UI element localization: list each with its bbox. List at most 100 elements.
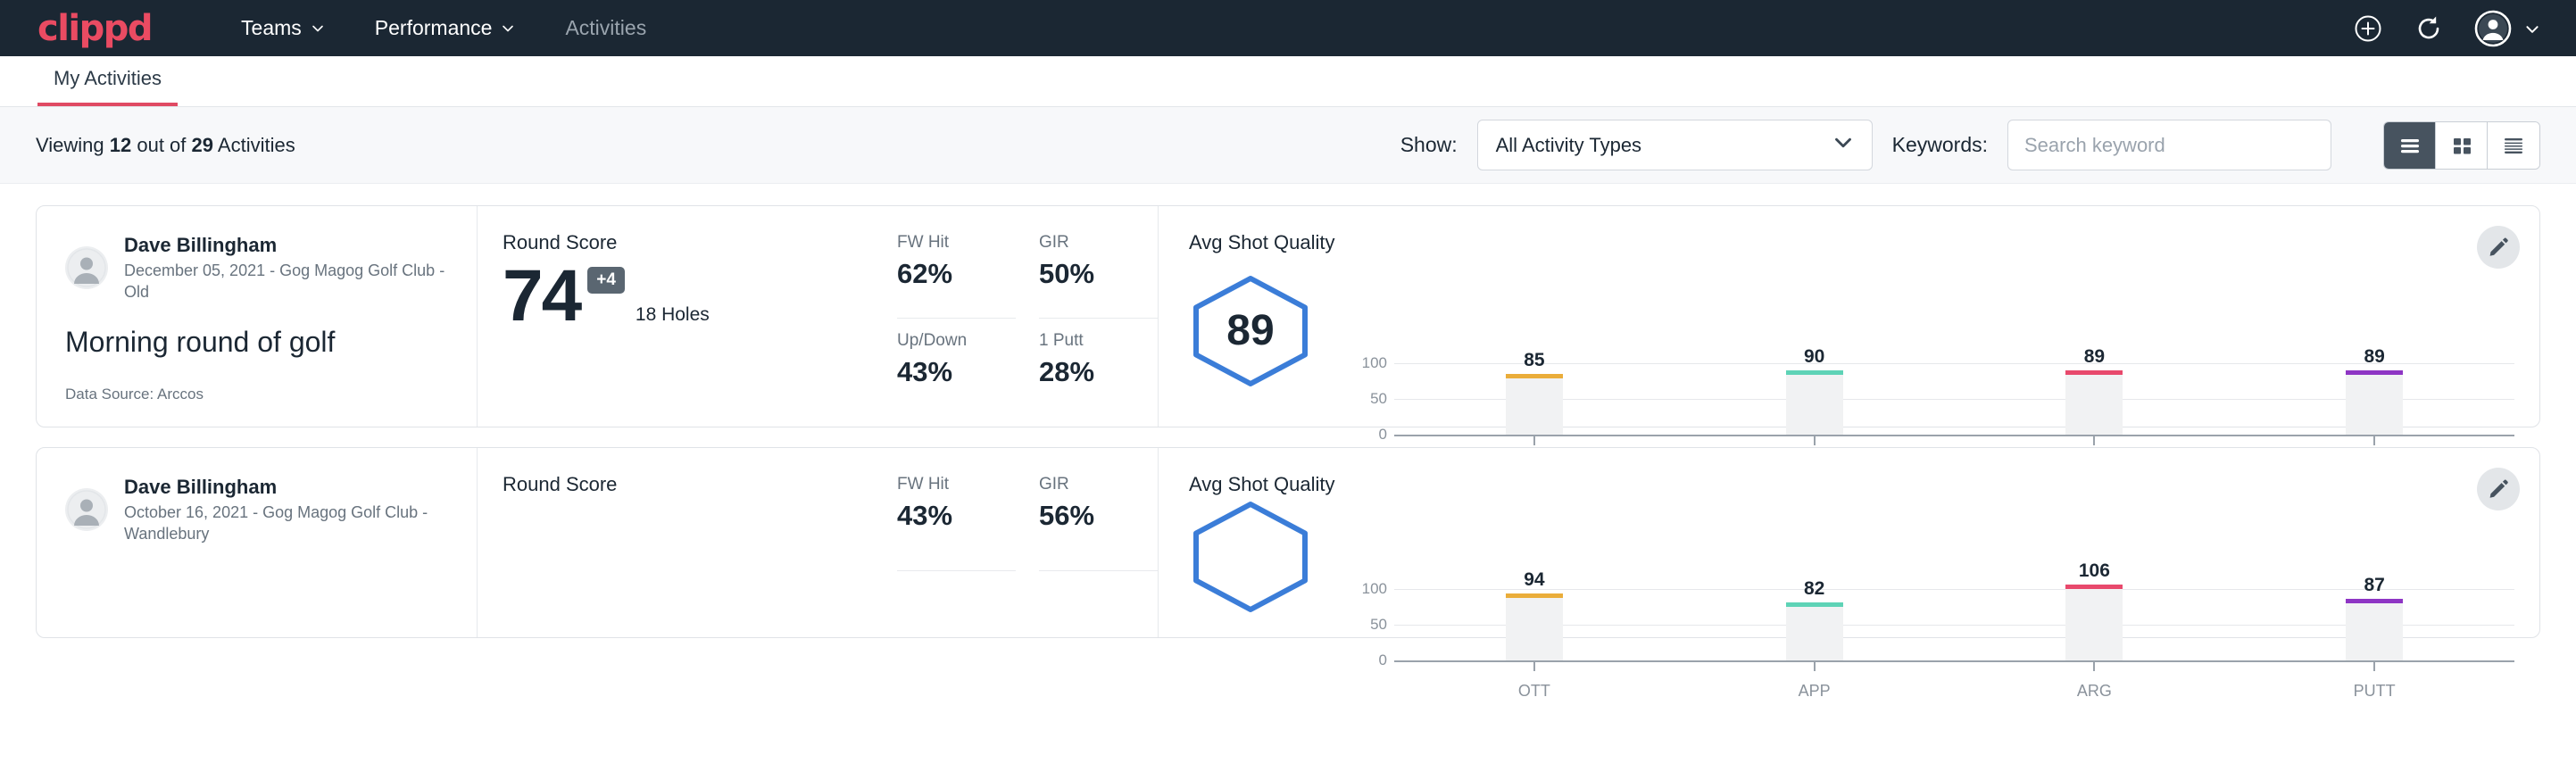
bar-column: 94 [1394, 569, 1674, 660]
round-score-column: Round Score [478, 448, 897, 637]
stat-key: Up/Down [897, 331, 1016, 351]
stat-cell: GIR56% [1039, 475, 1158, 571]
round-stats-grid: FW Hit 43% GIR56% [897, 448, 1158, 637]
nav-item-activities[interactable]: Activities [540, 0, 671, 56]
bar-value-label: 85 [1524, 350, 1544, 371]
shot-quality-column: Avg Shot Quality 050100 948210687OTTAPPA… [1158, 448, 2539, 637]
viewing-mid: out of [131, 134, 191, 156]
viewing-prefix: Viewing [36, 134, 110, 156]
refresh-button[interactable] [2414, 13, 2444, 44]
chevron-down-icon [501, 21, 515, 36]
activity-user: Dave Billingham December 05, 2021 - Gog … [65, 233, 452, 303]
shot-quality-body: 050100 948210687OTTAPPARGPUTT [1189, 500, 2514, 614]
account-avatar-icon [2474, 10, 2512, 47]
chevron-down-icon [1832, 132, 1854, 159]
bar-column: 82 [1674, 578, 1955, 661]
stat-key: FW Hit [897, 233, 1016, 253]
bar-column: 89 [2234, 346, 2514, 434]
shot-quality-body: 89 050100 85908989OTTAPPARGPUTT [1189, 258, 2514, 403]
tick-mark [2093, 660, 2095, 671]
x-tick-label: OTT [1518, 682, 1550, 701]
shot-quality-column: Avg Shot Quality 89 050100 85908989OTTAP… [1158, 206, 2539, 427]
bar-value-label: 89 [2084, 346, 2105, 368]
round-score-value: 74 [503, 261, 580, 331]
activity-card-list: Dave Billingham December 05, 2021 - Gog … [0, 184, 2576, 638]
clippd-logo[interactable]: clippd [37, 8, 152, 49]
activity-meta: December 05, 2021 - Gog Magog Golf Club … [124, 260, 452, 303]
tick-mark [1814, 660, 1816, 671]
top-nav-actions [2353, 10, 2539, 47]
show-label: Show: [1400, 133, 1458, 157]
tab-my-activities-label: My Activities [54, 67, 162, 89]
compact-view-button[interactable] [2488, 122, 2539, 169]
list-view-icon [2397, 134, 2423, 157]
shot-quality-hexagon: 89 [1189, 274, 1312, 388]
tick-mark [2093, 435, 2095, 445]
shot-quality-hexagon [1189, 500, 1312, 614]
bar-column: 85 [1394, 350, 1674, 435]
list-view-button[interactable] [2384, 122, 2436, 169]
stat-cell: FW Hit62% [897, 233, 1016, 319]
bar-value-label: 89 [2364, 346, 2384, 368]
grid-view-button[interactable] [2436, 122, 2488, 169]
bar-putt [2346, 370, 2403, 434]
stat-cell: Up/Down43% [897, 319, 1016, 403]
edit-activity-button[interactable] [2477, 468, 2520, 510]
bar-app [1786, 370, 1843, 435]
bar-app [1786, 602, 1843, 661]
y-tick-label: 50 [1370, 390, 1387, 408]
grid-view-icon [2448, 134, 2475, 157]
page-tabs: My Activities [0, 56, 2576, 107]
plus-circle-icon [2353, 13, 2383, 44]
stat-cell: FW Hit 43% [897, 475, 1016, 571]
activity-type-select[interactable]: All Activity Types [1477, 120, 1873, 170]
nav-item-performance[interactable]: Performance [350, 0, 541, 56]
nav-item-teams-label: Teams [241, 16, 302, 40]
x-tick: PUTT [2234, 660, 2514, 701]
stat-key: FW Hit [897, 475, 1016, 494]
activity-meta: October 16, 2021 - Gog Magog Golf Club -… [124, 502, 452, 545]
activity-user-text: Dave Billingham October 16, 2021 - Gog M… [124, 475, 452, 544]
activity-card[interactable]: Dave Billingham October 16, 2021 - Gog M… [36, 447, 2540, 638]
activity-type-select-value: All Activity Types [1496, 134, 1641, 157]
viewing-suffix: Activities [213, 134, 295, 156]
tick-mark [2373, 435, 2375, 445]
chevron-down-icon [311, 21, 325, 36]
nav-item-teams[interactable]: Teams [216, 0, 350, 56]
tab-my-activities[interactable]: My Activities [37, 67, 178, 106]
round-score-column: Round Score 74 +4 18 Holes [478, 206, 897, 427]
pencil-icon [2487, 236, 2510, 259]
round-score-label: Round Score [503, 231, 710, 254]
stat-key: 1 Putt [1039, 331, 1158, 351]
chevron-down-icon [2524, 21, 2539, 36]
bar-value-label: 90 [1804, 346, 1824, 368]
tick-mark [1814, 435, 1816, 445]
search-input[interactable] [2007, 120, 2331, 170]
round-score-label: Round Score [503, 473, 617, 496]
activity-info-column: Dave Billingham December 05, 2021 - Gog … [37, 206, 478, 427]
activity-card[interactable]: Dave Billingham December 05, 2021 - Gog … [36, 205, 2540, 427]
filter-bar: Viewing 12 out of 29 Activities Show: Al… [0, 107, 2576, 184]
stat-cell: GIR50% [1039, 233, 1158, 319]
tick-mark [2373, 660, 2375, 671]
bar-putt [2346, 599, 2403, 661]
main-nav: Teams Performance Activities [216, 0, 671, 56]
bar-column: 87 [2234, 575, 2514, 661]
avatar [65, 246, 108, 289]
edit-activity-button[interactable] [2477, 226, 2520, 269]
tick-mark [1533, 660, 1535, 671]
y-tick-label: 0 [1379, 426, 1387, 444]
compact-view-icon [2500, 134, 2527, 157]
avatar [65, 488, 108, 531]
person-icon [67, 248, 106, 287]
stat-value: 43% [897, 500, 1016, 532]
stat-value: 28% [1039, 356, 1158, 388]
bar-arg [2065, 370, 2123, 434]
add-activity-button[interactable] [2353, 13, 2383, 44]
keywords-label: Keywords: [1892, 133, 1988, 157]
account-menu-button[interactable] [2474, 10, 2539, 47]
stat-key: GIR [1039, 475, 1158, 494]
stat-cell [1039, 571, 1158, 615]
top-navigation-bar: clippd Teams Performance Activities [0, 0, 2576, 56]
shot-quality-score: 89 [1189, 274, 1312, 388]
